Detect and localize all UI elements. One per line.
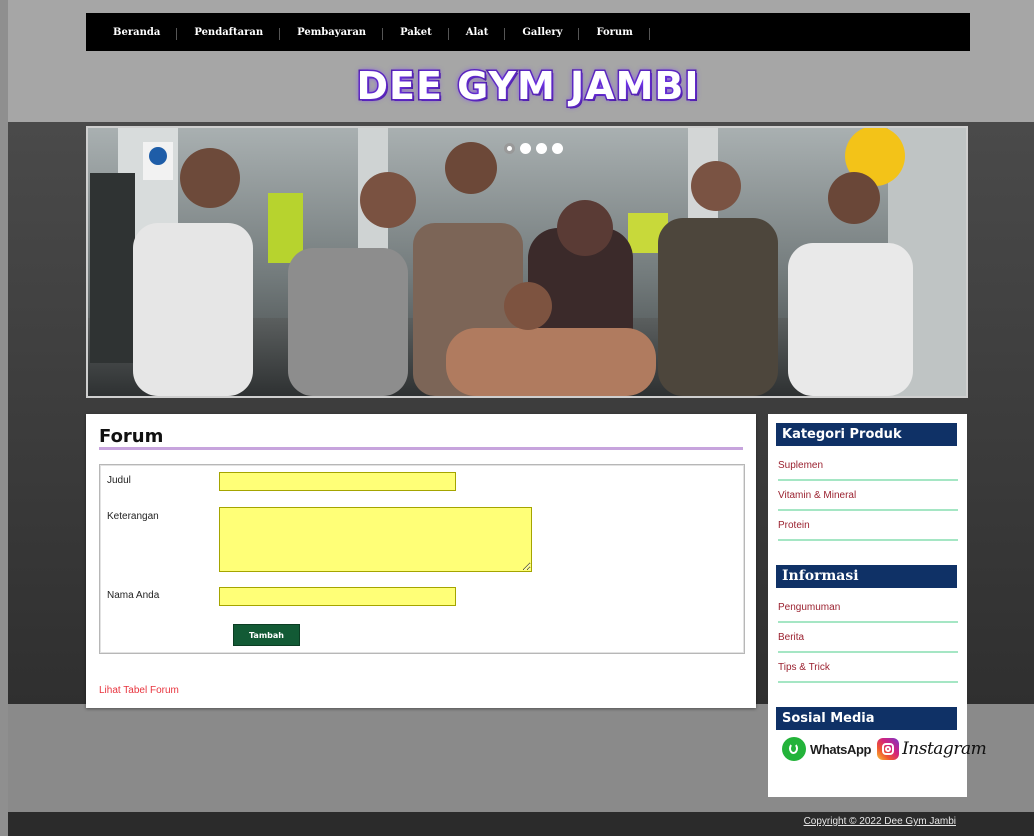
instagram-icon bbox=[877, 738, 900, 760]
judul-label: Judul bbox=[107, 475, 131, 486]
title-divider bbox=[99, 447, 743, 450]
slider-dot-3[interactable] bbox=[536, 143, 547, 154]
nav-item-gallery[interactable]: Gallery bbox=[505, 27, 580, 40]
nav-item-forum[interactable]: Forum bbox=[579, 27, 651, 40]
slider-dot-1[interactable] bbox=[504, 143, 515, 154]
logo-text: DEE GYM JAMBI bbox=[355, 64, 700, 108]
main-nav: Beranda Pendaftaran Pembayaran Paket Ala… bbox=[86, 13, 970, 51]
nav-item-alat[interactable]: Alat bbox=[449, 27, 506, 40]
slider-dot-4[interactable] bbox=[552, 143, 563, 154]
sidebar-item-vitamin-mineral[interactable]: Vitamin & Mineral bbox=[778, 490, 958, 511]
informasi-header: Informasi bbox=[776, 565, 957, 588]
judul-input[interactable] bbox=[219, 472, 456, 491]
tambah-button[interactable]: Tambah bbox=[233, 624, 300, 646]
lihat-tabel-forum-link[interactable]: Lihat Tabel Forum bbox=[99, 685, 179, 696]
whatsapp-label: WhatsApp bbox=[810, 741, 872, 757]
nav-item-paket[interactable]: Paket bbox=[383, 27, 449, 40]
keterangan-label: Keterangan bbox=[107, 511, 159, 522]
nav-item-pembayaran[interactable]: Pembayaran bbox=[280, 27, 384, 40]
sosial-media-header: Sosial Media bbox=[776, 707, 957, 730]
forum-form: Judul Keterangan Nama Anda Tambah bbox=[99, 464, 745, 654]
hero-slider[interactable] bbox=[86, 126, 968, 398]
footer: Copyright © 2022 Dee Gym Jambi bbox=[8, 812, 1034, 836]
nav-item-pendaftaran[interactable]: Pendaftaran bbox=[177, 27, 280, 40]
sidebar-item-suplemen[interactable]: Suplemen bbox=[778, 460, 958, 481]
forum-panel: Forum Judul Keterangan Nama Anda Tambah … bbox=[86, 414, 756, 708]
slider-photo bbox=[88, 128, 966, 396]
slider-dot-2[interactable] bbox=[520, 143, 531, 154]
slider-dots bbox=[504, 143, 563, 154]
keterangan-textarea[interactable] bbox=[219, 507, 532, 572]
site-logo[interactable]: DEE GYM JAMBI bbox=[355, 63, 701, 109]
sidebar-item-berita[interactable]: Berita bbox=[778, 632, 958, 653]
instagram-link[interactable]: Instagram bbox=[877, 738, 987, 760]
sidebar: Kategori Produk Suplemen Vitamin & Miner… bbox=[768, 414, 987, 797]
instagram-label: Instagram bbox=[902, 739, 987, 759]
nav-item-beranda[interactable]: Beranda bbox=[86, 27, 178, 40]
copyright-link[interactable]: Copyright © 2022 Dee Gym Jambi bbox=[804, 816, 956, 827]
sidebar-item-tips-trick[interactable]: Tips & Trick bbox=[778, 662, 958, 683]
page-title: Forum bbox=[99, 426, 164, 447]
nama-input[interactable] bbox=[219, 587, 456, 606]
sidebar-item-pengumuman[interactable]: Pengumuman bbox=[778, 602, 958, 623]
nama-label: Nama Anda bbox=[107, 590, 160, 601]
social-links: WhatsApp Instagram bbox=[782, 737, 987, 761]
whatsapp-link[interactable]: WhatsApp bbox=[782, 737, 871, 761]
kategori-produk-header: Kategori Produk bbox=[776, 423, 957, 446]
whatsapp-icon bbox=[782, 737, 806, 761]
sidebar-item-protein[interactable]: Protein bbox=[778, 520, 958, 541]
